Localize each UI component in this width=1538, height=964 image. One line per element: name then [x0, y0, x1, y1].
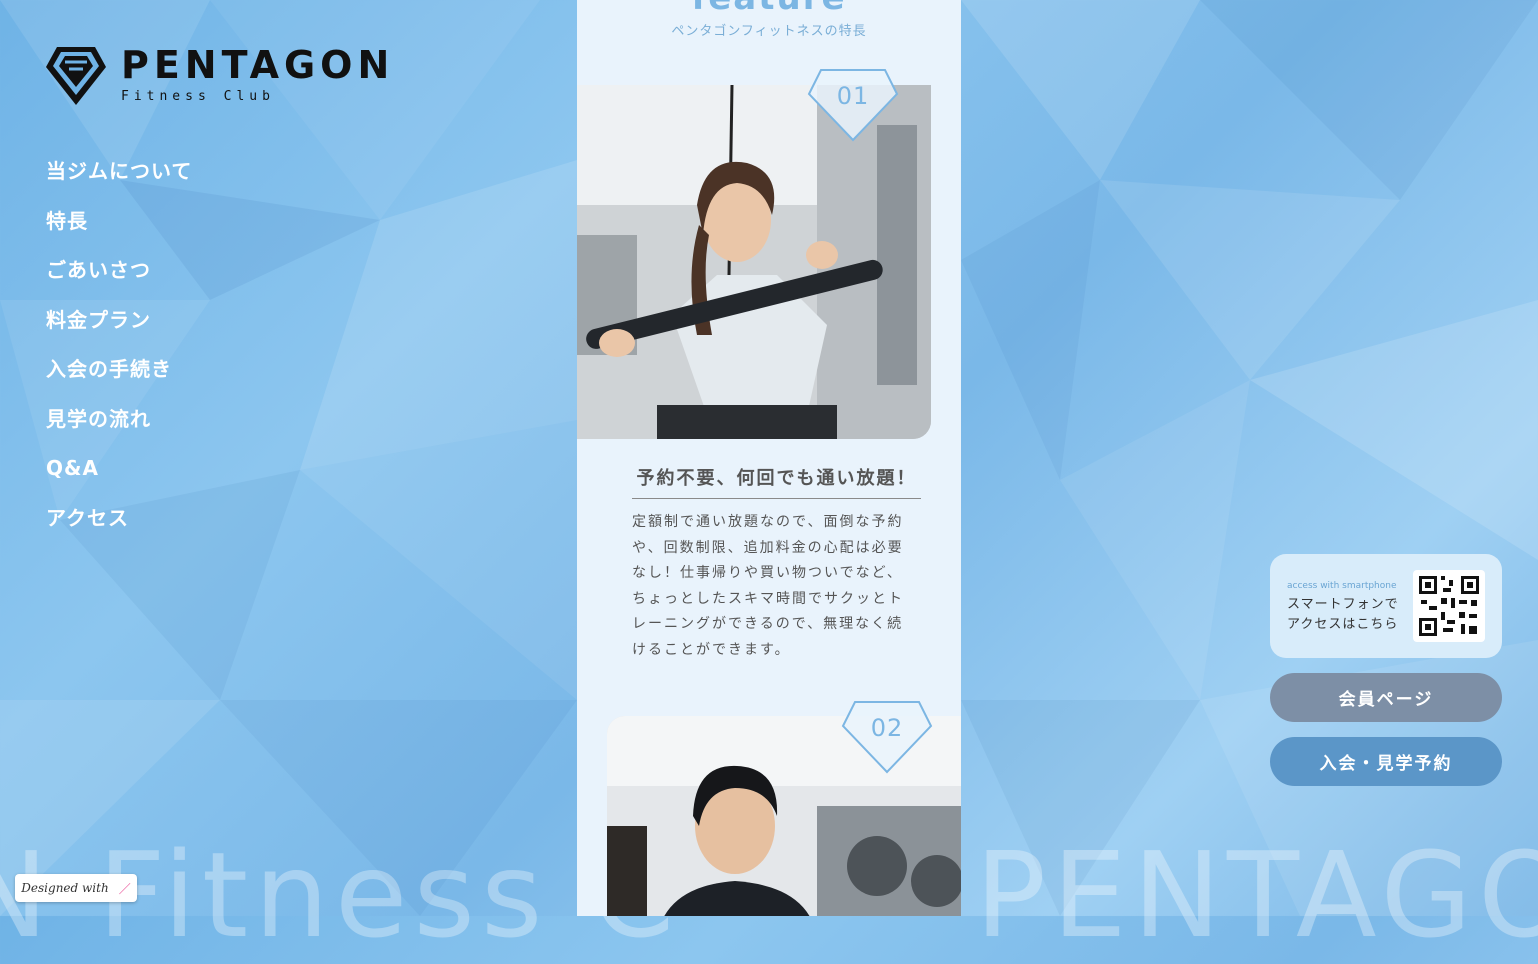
- qr-code-icon[interactable]: [1413, 570, 1485, 642]
- qr-line-2: アクセスはこちら: [1287, 617, 1399, 632]
- section-title: feature: [577, 0, 961, 18]
- feature-section: feature ペンタゴンフィットネスの特長 01 予約不要、何回でも通い放題！…: [577, 0, 961, 916]
- nav-item-signup-procedure[interactable]: 入会の手続き: [46, 356, 192, 406]
- nav-item-greeting[interactable]: ごあいさつ: [46, 257, 192, 307]
- designed-with-badge[interactable]: Designed with ／: [15, 874, 137, 902]
- nav-item-features[interactable]: 特長: [46, 208, 192, 258]
- feature-heading: 予約不要、何回でも通い放題！: [632, 464, 921, 499]
- join-tour-reservation-button[interactable]: 入会・見学予約: [1270, 737, 1502, 786]
- site-logo[interactable]: PENTAGON Fitness Club: [45, 45, 405, 107]
- nav-item-faq[interactable]: Q&A: [46, 455, 192, 505]
- logo-subtitle: Fitness Club: [121, 89, 275, 104]
- designed-with-label: Designed with: [21, 881, 109, 895]
- section-subtitle: ペンタゴンフィットネスの特長: [671, 24, 867, 39]
- member-page-button[interactable]: 会員ページ: [1270, 673, 1502, 722]
- qr-access-card: access with smartphone スマートフォンで アクセスはこちら: [1270, 554, 1502, 658]
- nav-item-access[interactable]: アクセス: [46, 505, 192, 555]
- feature-number-badge-01: 01: [807, 68, 899, 142]
- background-watermark-right: PENTAGON: [975, 826, 1538, 964]
- feature-number-badge-02: 02: [841, 700, 933, 774]
- feature-body-text: 定額制で通い放題なので、面倒な予約や、回数制限、追加料金の心配は必要なし！仕事帰…: [632, 514, 904, 658]
- main-nav: 当ジムについて 特長 ごあいさつ 料金プラン 入会の手続き 見学の流れ Q&A …: [46, 158, 192, 554]
- logo-name: PENTAGON: [121, 43, 395, 87]
- pen-icon: ／: [118, 881, 131, 896]
- nav-item-tour-flow[interactable]: 見学の流れ: [46, 406, 192, 456]
- qr-small-label: access with smartphone: [1287, 581, 1397, 591]
- nav-item-pricing[interactable]: 料金プラン: [46, 307, 192, 357]
- qr-line-1: スマートフォンで: [1287, 597, 1399, 612]
- nav-item-about[interactable]: 当ジムについて: [46, 158, 192, 208]
- pentagon-logo-icon: [46, 47, 106, 105]
